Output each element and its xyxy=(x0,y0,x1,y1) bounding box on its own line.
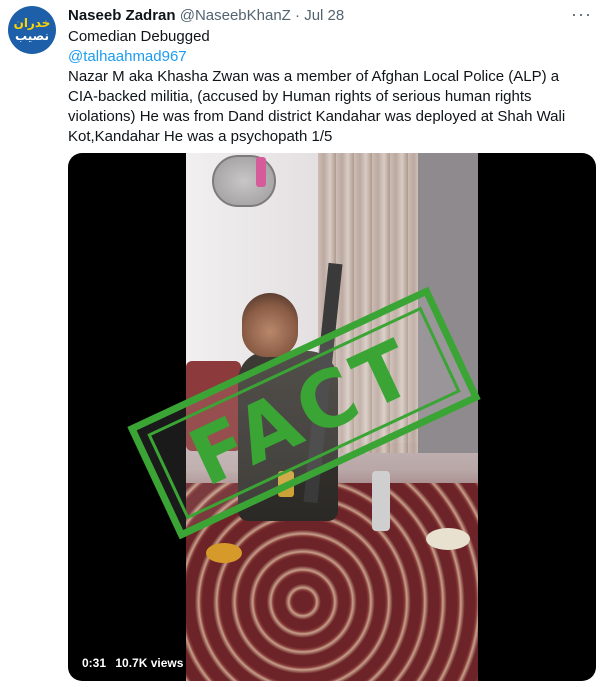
man-head xyxy=(242,293,298,357)
tweet-text: Nazar M aka Khasha Zwan was a member of … xyxy=(68,68,566,145)
avatar-text-bottom: نصیب xyxy=(15,29,49,43)
author-name[interactable]: Naseeb Zadran xyxy=(68,7,176,24)
pink-decoration xyxy=(256,157,266,187)
more-options-icon[interactable]: ··· xyxy=(571,4,592,24)
video-views: 10.7K views xyxy=(115,656,184,670)
video-stats: 0:31 10.7K views xyxy=(82,656,189,670)
video-player[interactable]: FACT 0:31 10.7K views xyxy=(68,153,596,681)
bowl xyxy=(206,543,242,563)
tweet-header: Naseeb Zadran @NaseebKhanZ · Jul 28 xyxy=(68,6,590,26)
plate xyxy=(426,528,470,550)
tweet-subtitle: Comedian Debugged xyxy=(68,28,210,45)
tweet-card: خدران نصیب Naseeb Zadran @NaseebKhanZ · … xyxy=(0,0,604,687)
wall-clock xyxy=(212,155,276,207)
bottle xyxy=(372,471,390,531)
separator: · xyxy=(295,7,301,24)
video-duration: 0:31 xyxy=(82,656,107,670)
mention-link[interactable]: @talhaahmad967 xyxy=(68,47,187,67)
author-handle[interactable]: @NaseebKhanZ xyxy=(180,7,291,24)
tweet-date[interactable]: Jul 28 xyxy=(304,7,344,24)
avatar[interactable]: خدران نصیب xyxy=(8,6,56,54)
